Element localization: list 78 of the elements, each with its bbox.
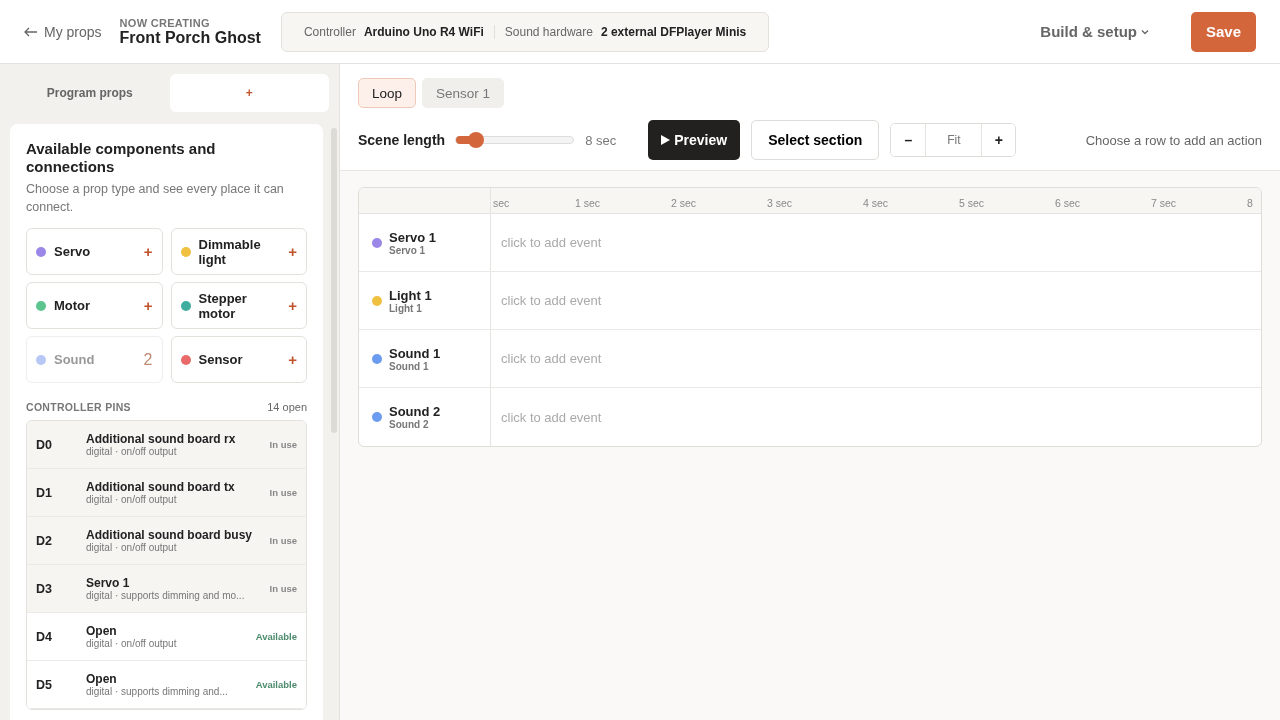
pin-row[interactable]: D2 Additional sound board busy digital · on/off output In use — [27, 517, 306, 565]
pin-name: Open — [86, 624, 118, 638]
pin-name: Additional sound board rx — [86, 432, 237, 446]
component-card[interactable]: Sensor + — [170, 336, 307, 383]
pin-status: In use — [269, 487, 297, 498]
scene-tab[interactable]: Loop — [358, 78, 417, 108]
pin-status: In use — [269, 535, 297, 546]
pin-row[interactable]: D0 Additional sound board rx digital · on/off output In use — [27, 421, 306, 469]
component-card[interactable]: Motor + — [26, 282, 163, 329]
track-name: Servo 1 — [389, 229, 436, 245]
pin-detail: digital · supports dimming and mo... — [86, 590, 246, 601]
pin-id: D4 — [36, 629, 53, 644]
pin-id: D1 — [36, 485, 53, 500]
pin-status: Available — [255, 679, 297, 690]
pin-detail: digital · on/off output — [86, 446, 178, 457]
pin-id: D2 — [36, 533, 53, 548]
pin-name: Additional sound board busy — [86, 528, 253, 542]
info-label: Sound hardware — [504, 24, 593, 39]
pin-detail: digital · on/off output — [86, 542, 178, 553]
track-name: Sound 1 — [389, 345, 441, 361]
track-subtitle: Servo 1 — [389, 244, 427, 256]
time-tick: 8 — [1247, 197, 1253, 209]
time-tick: 2 sec — [671, 197, 697, 209]
time-tick: 5 sec — [959, 197, 985, 209]
pin-id: D0 — [36, 437, 53, 452]
chevron-down-icon — [1141, 28, 1149, 35]
select-section-button[interactable]: Select section — [751, 120, 880, 160]
time-tick: 4 sec — [863, 197, 889, 209]
pin-status: In use — [269, 439, 297, 450]
hint-text: Choose a row to add an action — [1085, 132, 1262, 148]
component-card[interactable]: Stepper motor + — [170, 282, 307, 329]
pin-status: Available — [255, 631, 297, 642]
scene-tab[interactable]: Sensor 1 — [422, 78, 505, 108]
sidebar-tab[interactable]: Program props — [10, 74, 170, 112]
play-icon — [661, 135, 671, 145]
panel-title: Available components and connections — [26, 140, 217, 176]
pin-row[interactable]: D1 Additional sound board tx digital · on/off output In use — [27, 469, 306, 517]
scrollbar[interactable] — [331, 128, 337, 433]
info-label: Controller — [303, 24, 356, 39]
preview-button[interactable]: Preview — [648, 120, 741, 160]
time-tick: 1 sec — [575, 197, 601, 209]
track-name: Light 1 — [389, 287, 432, 303]
track-subtitle: Light 1 — [389, 302, 423, 314]
time-tick: 3 sec — [767, 197, 793, 209]
pin-status: In use — [269, 583, 297, 594]
track-name: Sound 2 — [389, 404, 441, 419]
sidebar-tab[interactable]: + — [169, 74, 329, 112]
pin-detail: digital · on/off output — [86, 494, 178, 505]
pin-name: Additional sound board tx — [86, 480, 236, 494]
back-link[interactable]: My props — [24, 23, 102, 40]
track-subtitle: Sound 1 — [389, 360, 430, 372]
zoom-in-button[interactable]: + — [981, 124, 1016, 156]
time-tick: 7 sec — [1151, 197, 1177, 209]
scene-length-value: 8 sec — [585, 132, 617, 148]
time-tick: sec — [493, 197, 510, 209]
track-subtitle: Sound 2 — [389, 419, 430, 430]
pin-row[interactable]: D3 Servo 1 digital · supports dimming and mo... In use — [27, 565, 306, 613]
save-button[interactable]: Save — [1191, 11, 1256, 52]
panel-description: Choose a prop type and see every place it can connect. — [26, 181, 285, 216]
eyebrow-label: NOW CREATING — [119, 16, 211, 29]
pin-name: Open — [86, 672, 118, 686]
project-title: Front Porch Ghost — [119, 28, 261, 47]
back-arrow-icon — [24, 26, 38, 37]
pins-count: 14 open — [267, 401, 307, 413]
time-tick: 6 sec — [1055, 197, 1081, 209]
info-value: 2 external DFPlayer Minis — [600, 24, 747, 39]
build-setup-menu[interactable]: Build & setup — [1034, 22, 1155, 41]
info-value: Arduino Uno R4 WiFi — [363, 24, 484, 39]
pin-detail: digital · supports dimming and... — [86, 686, 229, 697]
pin-detail: digital · on/off output — [86, 638, 178, 649]
pin-id: D3 — [36, 581, 53, 596]
component-card[interactable]: Servo + — [26, 228, 163, 275]
pins-heading: CONTROLLER PINS — [26, 401, 131, 413]
slider-thumb[interactable] — [468, 132, 484, 148]
component-card[interactable]: Dimmable light + — [170, 228, 307, 275]
pin-name: Servo 1 — [86, 576, 131, 590]
scene-length-label: Scene length — [358, 132, 446, 148]
pin-id: D5 — [36, 677, 53, 692]
